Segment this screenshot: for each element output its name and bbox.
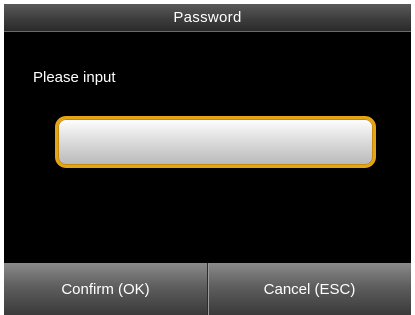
title-bar: Password xyxy=(4,4,411,32)
confirm-button[interactable]: Confirm (OK) xyxy=(4,263,208,315)
input-prompt-label: Please input xyxy=(33,69,116,86)
password-input[interactable] xyxy=(55,116,376,168)
softkey-bar: Confirm (OK) Cancel (ESC) xyxy=(4,263,411,315)
dialog-title: Password xyxy=(173,9,242,26)
password-dialog: Password Please input Confirm (OK) Cance… xyxy=(4,4,411,315)
cancel-button[interactable]: Cancel (ESC) xyxy=(208,263,411,315)
